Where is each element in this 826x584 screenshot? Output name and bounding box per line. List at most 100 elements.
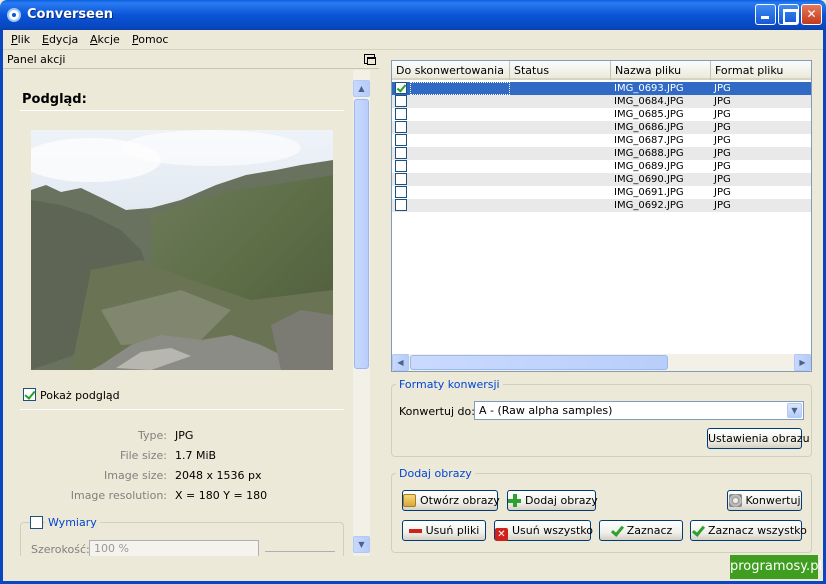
file-list-header: Do skonwertowania Status Nazwa pliku For…: [392, 61, 811, 80]
maximize-button[interactable]: [778, 4, 799, 25]
h-scroll-thumb[interactable]: [410, 355, 668, 370]
panel-title: Panel akcji: [7, 53, 66, 66]
window-title: Converseen: [27, 7, 114, 22]
row-file-format: JPG: [714, 187, 731, 198]
convert-to-label: Konwertuj do:: [399, 405, 475, 418]
dimensions-checkbox[interactable]: [30, 516, 43, 529]
menu-akcje[interactable]: Akcje: [90, 33, 120, 46]
scroll-thumb[interactable]: [354, 99, 369, 369]
convert-label: Konwertuj: [745, 494, 801, 507]
menu-edycja[interactable]: Edycja: [42, 33, 78, 46]
dimensions-group-title: Wymiary: [45, 516, 100, 529]
row-checkbox[interactable]: [395, 108, 407, 120]
row-checkbox[interactable]: [395, 121, 407, 133]
add-images-title: Dodaj obrazy: [396, 467, 475, 480]
column-file-name[interactable]: Nazwa pliku: [611, 61, 711, 80]
select-all-button[interactable]: Zaznacz wszystko: [690, 520, 807, 541]
row-checkbox[interactable]: [395, 147, 407, 159]
info-filesize-value: 1.7 MiB: [175, 449, 217, 462]
folder-icon: [403, 494, 416, 507]
separator: [20, 409, 344, 410]
info-filesize-label: File size:: [120, 449, 167, 462]
menu-plik[interactable]: Plik: [11, 33, 30, 46]
image-settings-button[interactable]: Ustawienia obrazu: [707, 428, 810, 449]
scroll-down-button[interactable]: ▼: [353, 536, 370, 553]
row-file-format: JPG: [714, 148, 731, 159]
width-field[interactable]: 100 %: [89, 540, 259, 556]
row-file-format: JPG: [714, 109, 731, 120]
row-file-format: JPG: [714, 200, 731, 211]
table-row[interactable]: IMG_0686.JPG JPG: [392, 121, 811, 134]
remove-all-label: Usuń wszystko: [512, 524, 593, 537]
row-file-name: IMG_0685.JPG: [614, 109, 684, 120]
row-file-name: IMG_0691.JPG: [614, 187, 684, 198]
check-icon: [691, 524, 704, 537]
info-imagesize-label: Image size:: [104, 469, 167, 482]
convert-to-value: A - (Raw alpha samples): [479, 404, 613, 417]
table-row[interactable]: IMG_0689.JPG JPG: [392, 160, 811, 173]
plus-icon: [508, 494, 521, 507]
select-button[interactable]: Zaznacz: [599, 520, 683, 541]
chevron-down-icon[interactable]: ▼: [787, 403, 802, 418]
table-row[interactable]: IMG_0693.JPG JPG: [392, 82, 811, 95]
file-list-horizontal-scrollbar[interactable]: ◀ ▶: [392, 354, 811, 371]
row-checkbox[interactable]: [395, 173, 407, 185]
table-row[interactable]: IMG_0692.JPG JPG: [392, 199, 811, 212]
close-button[interactable]: ✕: [801, 4, 822, 25]
row-file-name: IMG_0692.JPG: [614, 200, 684, 211]
select-all-label: Zaznacz wszystko: [708, 524, 807, 537]
column-status[interactable]: Status: [510, 61, 611, 80]
info-resolution-value: X = 180 Y = 180: [175, 489, 268, 502]
panel-header: Panel akcji: [3, 51, 379, 69]
add-images-button[interactable]: Dodaj obrazy: [507, 490, 598, 511]
row-checkbox[interactable]: [395, 82, 407, 94]
focus-rect: [410, 82, 510, 95]
convert-to-select[interactable]: A - (Raw alpha samples) ▼: [474, 401, 804, 420]
remove-all-button[interactable]: ✕ Usuń wszystko: [494, 520, 593, 541]
row-file-format: JPG: [714, 161, 731, 172]
table-row[interactable]: IMG_0688.JPG JPG: [392, 147, 811, 160]
minimize-button[interactable]: [755, 4, 776, 25]
panel-vertical-scrollbar[interactable]: ▲ ▼: [353, 70, 370, 556]
scroll-left-button[interactable]: ◀: [392, 354, 409, 371]
row-checkbox[interactable]: [395, 199, 407, 211]
app-icon: [7, 8, 21, 22]
table-row[interactable]: IMG_0684.JPG JPG: [392, 95, 811, 108]
row-file-format: JPG: [714, 174, 731, 185]
file-list[interactable]: Do skonwertowania Status Nazwa pliku For…: [391, 60, 812, 372]
remove-files-label: Usuń pliki: [425, 524, 480, 537]
menu-bar: Plik Edycja Akcje Pomoc: [3, 30, 823, 50]
column-to-convert[interactable]: Do skonwertowania: [392, 61, 510, 80]
row-checkbox[interactable]: [395, 95, 407, 107]
title-bar[interactable]: Converseen ✕: [0, 0, 826, 30]
convert-button[interactable]: Konwertuj: [727, 490, 802, 511]
table-row[interactable]: IMG_0691.JPG JPG: [392, 186, 811, 199]
row-file-name: IMG_0690.JPG: [614, 174, 684, 185]
show-preview-label: Pokaż podgląd: [40, 389, 120, 402]
open-images-button[interactable]: Otwórz obrazy: [402, 490, 500, 511]
menu-pomoc[interactable]: Pomoc: [132, 33, 168, 46]
row-file-name: IMG_0693.JPG: [614, 83, 684, 94]
preview-title: Podgląd:: [22, 92, 87, 107]
table-row[interactable]: IMG_0690.JPG JPG: [392, 173, 811, 186]
open-images-label: Otwórz obrazy: [420, 494, 500, 507]
row-file-format: JPG: [714, 83, 731, 94]
info-type-label: Type:: [138, 429, 167, 442]
scroll-right-button[interactable]: ▶: [794, 354, 811, 371]
column-file-format[interactable]: Format pliku: [711, 61, 811, 80]
aspect-link-line: [265, 551, 335, 552]
info-type-value: JPG: [175, 429, 194, 442]
table-row[interactable]: IMG_0685.JPG JPG: [392, 108, 811, 121]
float-panel-icon[interactable]: [364, 54, 376, 65]
scroll-up-button[interactable]: ▲: [353, 80, 370, 97]
show-preview-checkbox[interactable]: [23, 388, 36, 401]
row-checkbox[interactable]: [395, 186, 407, 198]
table-row[interactable]: IMG_0687.JPG JPG: [392, 134, 811, 147]
check-icon: [610, 524, 623, 537]
row-checkbox[interactable]: [395, 134, 407, 146]
info-imagesize-value: 2048 x 1536 px: [175, 469, 262, 482]
remove-files-button[interactable]: Usuń pliki: [402, 520, 486, 541]
row-checkbox[interactable]: [395, 160, 407, 172]
minus-icon: [408, 524, 422, 537]
select-label: Zaznacz: [626, 524, 673, 537]
